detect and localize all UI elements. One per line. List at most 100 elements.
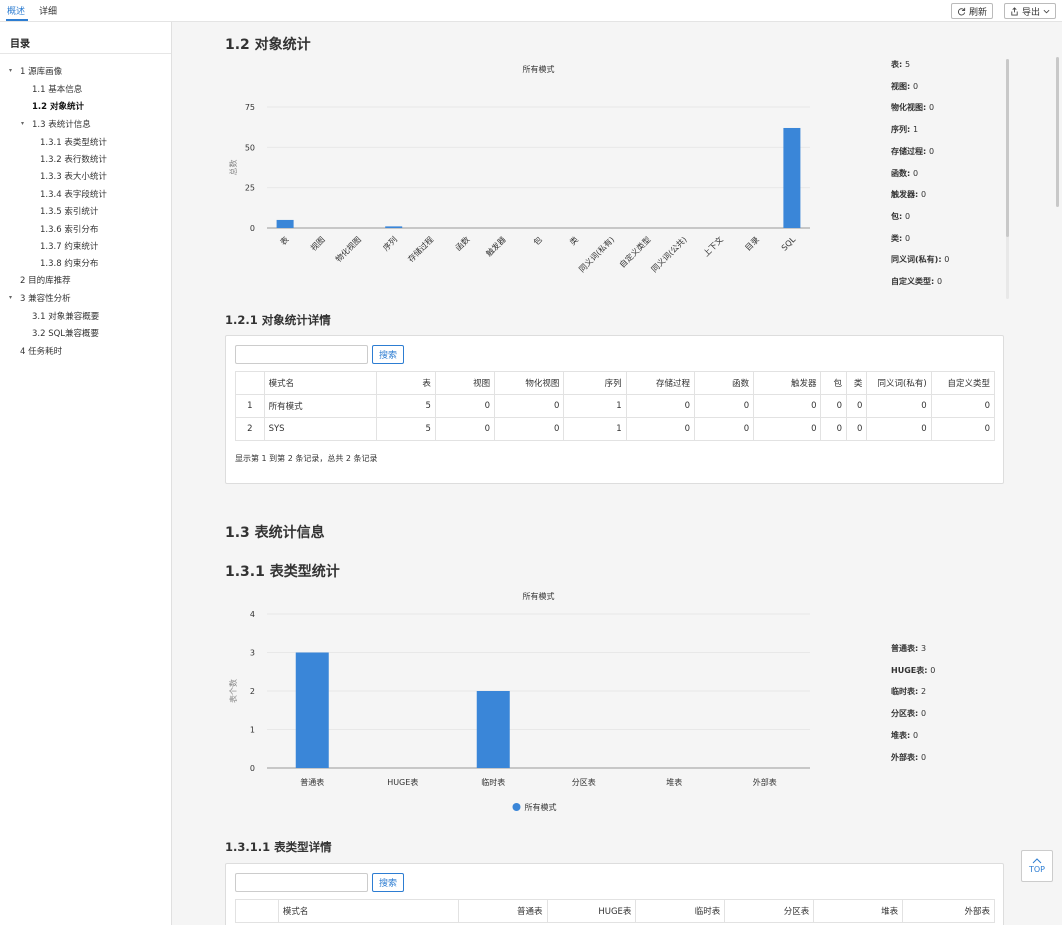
report-content: 1.2 对象统计 所有模式 0 25 50 75 总数表视图 物化视图 序列 存储过程 函数 触发器… <box>172 22 1062 925</box>
toc-item[interactable]: 1.2 对象统计 <box>32 100 84 112</box>
toc-expand-caret-icon[interactable]: ▾ <box>21 120 24 127</box>
column-header[interactable]: 自定义类型 <box>930 371 996 395</box>
column-header[interactable]: 包 <box>820 371 847 395</box>
x-tick-label: 目录 <box>743 235 761 253</box>
stat-item: 序列: 1 <box>891 125 919 135</box>
table-cell: 0 <box>494 394 565 418</box>
toc-item[interactable]: 3.2 SQL兼容概要 <box>32 327 99 339</box>
stat-item: 视图: 0 <box>891 81 919 91</box>
x-tick-label: 函数 <box>453 234 471 252</box>
x-tick-label: 上下文 <box>701 234 725 258</box>
table-header-row: 模式名 普通表 HUGE表 临时表 分区表 堆表 外部表 <box>235 899 995 923</box>
toc-expand-caret-icon[interactable]: ▾ <box>9 67 12 74</box>
table-row: 1 所有模式 5 0 0 1 0 0 0 0 0 0 0 <box>235 394 996 418</box>
stat-item: 存储过程: 0 <box>891 146 935 156</box>
toc-item[interactable]: 1.3 表统计信息 <box>32 118 91 130</box>
column-header[interactable]: 触发器 <box>753 371 822 395</box>
object-stats-chart: 所有模式 0 25 50 75 总数表 视图 物化视图 序列 存储过程 函数 触发器 包 类同义词(私有)… <box>228 64 810 274</box>
export-button[interactable]: 导出 <box>1004 3 1057 19</box>
column-header[interactable]: 同义词(私有) <box>866 371 932 395</box>
stat-item: 函数: 0 <box>891 168 919 178</box>
column-header[interactable]: 类 <box>845 371 868 395</box>
toc-item[interactable]: 4 任务耗时 <box>20 345 62 357</box>
stat-value: 3 <box>920 644 927 653</box>
y-tick-label: 75 <box>245 103 255 112</box>
x-tick-label: 存储过程 <box>406 234 436 264</box>
stat-value: 0 <box>904 233 911 243</box>
toc-item[interactable]: 1.3.6 索引分布 <box>40 223 98 235</box>
refresh-button[interactable]: 刷新 <box>951 3 994 19</box>
stat-value: 1 <box>912 125 919 135</box>
column-header[interactable]: 物化视图 <box>494 371 565 395</box>
toc-item[interactable]: 1.3.1 表类型统计 <box>40 136 107 148</box>
column-header[interactable]: 序列 <box>563 371 627 395</box>
toc-item[interactable]: 2 目的库推荐 <box>20 274 71 286</box>
toc-item[interactable]: 3.1 对象兼容概要 <box>32 310 99 322</box>
tab-detail[interactable]: 详细 <box>39 4 57 17</box>
table-cell: 2 <box>235 417 265 441</box>
column-header[interactable] <box>235 899 279 923</box>
toc-item[interactable]: 1.3.4 表字段统计 <box>40 188 107 200</box>
tab-overview[interactable]: 概述 <box>7 4 25 17</box>
toc-item[interactable]: 1.3.8 约束分布 <box>40 257 98 269</box>
table-cell: 0 <box>434 394 496 418</box>
section-heading-1-3-1: 1.3.1 表类型统计 <box>225 564 340 580</box>
stat-value: 0 <box>920 709 927 719</box>
x-tick-label: 物化视图 <box>333 234 363 264</box>
x-tick-label: 包 <box>531 234 544 247</box>
toc-item[interactable]: 3 兼容性分析 <box>20 292 71 304</box>
stat-label: 外部表 <box>891 752 915 762</box>
column-header[interactable]: 表 <box>375 371 436 395</box>
back-to-top-button[interactable]: TOP <box>1021 850 1053 882</box>
table-cell: 1 <box>235 394 265 418</box>
column-header[interactable]: 视图 <box>434 371 496 395</box>
search-button[interactable]: 搜索 <box>372 345 404 364</box>
stat-value: 0 <box>928 103 935 113</box>
column-header[interactable]: 存储过程 <box>625 371 696 395</box>
toc-expand-caret-icon[interactable]: ▾ <box>9 294 12 301</box>
chevron-down-icon <box>1043 9 1050 13</box>
toc-item[interactable]: 1.3.3 表大小统计 <box>40 170 107 182</box>
x-tick-label: 同义词(私有) <box>577 234 617 274</box>
toc-item[interactable]: 1.1 基本信息 <box>32 83 82 95</box>
column-header[interactable] <box>235 371 265 395</box>
table-cell: SYS <box>263 417 377 441</box>
search-input[interactable] <box>235 345 368 364</box>
stat-value: 0 <box>944 255 950 265</box>
toc-item[interactable]: 1.3.7 约束统计 <box>40 240 98 252</box>
table-cell: 0 <box>820 394 847 418</box>
table-cell: 0 <box>693 417 755 441</box>
column-header[interactable]: HUGE表 <box>546 899 637 923</box>
column-header[interactable]: 外部表 <box>902 899 995 923</box>
column-header[interactable]: 堆表 <box>813 899 904 923</box>
column-header[interactable]: 临时表 <box>635 899 726 923</box>
search-input[interactable] <box>235 873 368 892</box>
stat-label: HUGE表 <box>891 665 925 675</box>
stat-label: 堆表 <box>891 730 907 740</box>
stat-value: 0 <box>912 168 919 178</box>
x-tick-label: 类 <box>567 234 580 247</box>
stat-item: 自定义类型: 0 <box>891 277 943 286</box>
section-heading-1-3-1-1: 1.3.1.1 表类型详情 <box>225 840 332 854</box>
table-cell: 5 <box>375 417 436 441</box>
y-tick-label: 3 <box>250 649 255 658</box>
table-cell: 0 <box>866 417 932 441</box>
stat-label: 存储过程 <box>891 146 923 156</box>
column-header[interactable]: 普通表 <box>457 899 548 923</box>
x-tick-label: 普通表 <box>300 777 324 787</box>
toc-item[interactable]: 1.3.5 索引统计 <box>40 205 98 217</box>
table-cell: 1 <box>563 394 627 418</box>
column-header[interactable]: 函数 <box>693 371 755 395</box>
x-tick-label: 自定义类型 <box>617 234 652 269</box>
column-header[interactable]: 分区表 <box>724 899 815 923</box>
toc-item[interactable]: 1.3.2 表行数统计 <box>40 153 107 165</box>
toc-item[interactable]: 1 源库画像 <box>20 65 62 77</box>
column-header[interactable]: 模式名 <box>263 371 377 395</box>
search-button[interactable]: 搜索 <box>372 873 404 892</box>
x-tick-label: 视图 <box>308 234 326 252</box>
chart-summary-scrollbar[interactable] <box>1006 59 1009 237</box>
export-icon <box>1011 6 1018 16</box>
table-cell: 0 <box>753 394 822 418</box>
page-scrollbar[interactable] <box>1056 57 1059 207</box>
column-header[interactable]: 模式名 <box>277 899 459 923</box>
